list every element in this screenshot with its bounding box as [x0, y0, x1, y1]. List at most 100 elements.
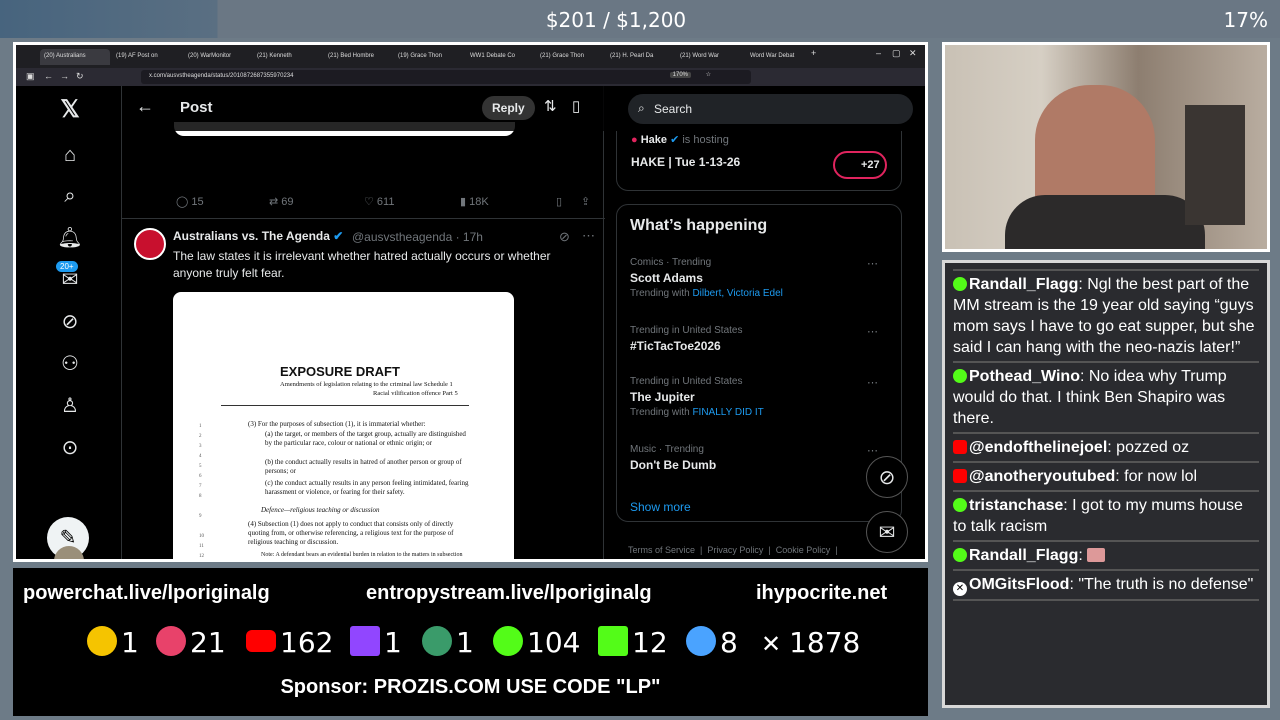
- reload-icon[interactable]: ↻: [76, 71, 84, 82]
- host-name: Hake: [640, 134, 668, 146]
- chat-text: : for now lol: [1115, 468, 1198, 485]
- browser-tab[interactable]: (20) Australians: [40, 49, 110, 65]
- browser-tab[interactable]: WW1 Debate Co: [466, 49, 536, 65]
- back-icon[interactable]: ←: [44, 71, 53, 81]
- tweet-author-name[interactable]: Australians vs. The Agenda ✔: [173, 229, 343, 243]
- minimize-icon[interactable]: –: [876, 48, 881, 58]
- reader-icon[interactable]: ▯: [572, 97, 580, 115]
- likes-metric[interactable]: ♡ 611: [364, 195, 394, 208]
- kick-icon: [953, 277, 967, 291]
- sidebar-icon[interactable]: ▣: [26, 71, 35, 82]
- zoom-level[interactable]: 170%: [669, 72, 691, 78]
- tweet-image-document[interactable]: EXPOSURE DRAFT Amendments of legislation…: [173, 292, 514, 559]
- messages-fab-icon[interactable]: ✉: [866, 511, 908, 553]
- reply-icon: ◯: [176, 196, 192, 208]
- chat-message: Randall_Flagg: Ngl the best part of the …: [953, 271, 1259, 363]
- trend-link[interactable]: FINALLY DID IT: [692, 407, 763, 418]
- address-bar[interactable]: x.com/ausvstheagenda/status/201087268735…: [141, 70, 751, 84]
- browser-tab[interactable]: (21) H. Pearl Da: [606, 49, 676, 65]
- trend-more-icon[interactable]: ⋯: [867, 444, 878, 457]
- trend-item[interactable]: Music · Trending Don't Be Dumb ⋯: [630, 444, 890, 472]
- trend-more-icon[interactable]: ⋯: [867, 325, 878, 338]
- space-listener-count[interactable]: +27: [833, 151, 887, 179]
- chat-user: OMGitsFlood: [969, 576, 1070, 593]
- new-tab-icon[interactable]: +: [811, 48, 816, 58]
- replies-metric[interactable]: ◯ 15: [176, 195, 204, 208]
- doc-rule: [221, 405, 469, 406]
- forward-icon[interactable]: →: [60, 71, 69, 81]
- privacy-link[interactable]: Privacy Policy: [707, 545, 763, 555]
- author-name-text: Australians vs. The Agenda: [173, 229, 330, 243]
- divider: [122, 218, 605, 219]
- reply-button[interactable]: Reply: [482, 96, 535, 120]
- trend-more-icon[interactable]: ⋯: [867, 376, 878, 389]
- communities-icon[interactable]: ⚇: [56, 350, 84, 378]
- chat-message: tristanchase: I got to my mums house to …: [953, 492, 1259, 542]
- x-icon: ✕: [761, 630, 782, 658]
- sponsor-text: Sponsor: PROZIS.COM USE CODE "LP": [280, 676, 661, 698]
- cookie-link[interactable]: Cookie Policy: [776, 545, 831, 555]
- tweet-avatar[interactable]: [134, 228, 166, 260]
- close-window-icon[interactable]: ✕: [909, 48, 917, 59]
- browser-tab[interactable]: (21) Grace Thon: [536, 49, 606, 65]
- back-arrow-icon[interactable]: ←: [136, 96, 154, 117]
- reposts-metric[interactable]: ⇄ 69: [269, 195, 294, 208]
- messages-icon[interactable]: ✉: [56, 266, 84, 294]
- stream-info-bar: powerchat.live/lporiginalg entropystream…: [13, 568, 928, 716]
- tweet-handle[interactable]: @ausvstheagenda · 17h: [352, 230, 483, 244]
- search-input[interactable]: ⌕ Search: [628, 94, 913, 124]
- chat-message: Randall_Flagg:: [953, 542, 1259, 571]
- views-metric[interactable]: ▮ 18K: [460, 195, 489, 208]
- x-logo-icon[interactable]: 𝕏: [56, 96, 84, 124]
- browser-tab[interactable]: Word War Debat: [746, 49, 816, 65]
- viewer-count: 1: [121, 626, 139, 659]
- reposts-count: 69: [281, 196, 294, 208]
- youtube-icon: [953, 440, 967, 454]
- maximize-icon[interactable]: ▢: [892, 48, 901, 59]
- doc-para-3: (3) For the purposes of subsection (1), …: [248, 420, 426, 428]
- trend-more-icon[interactable]: ⋯: [867, 257, 878, 270]
- more-icon[interactable]: ⊙: [56, 434, 84, 462]
- trend-title: The Jupiter: [630, 390, 695, 404]
- trend-item[interactable]: Trending in United States #TicTacToe2026…: [630, 325, 890, 353]
- doc-note: Note: A defendant bears an evidential bu…: [261, 552, 463, 558]
- chat-text: :: [1078, 547, 1083, 564]
- notifications-icon[interactable]: 🔔︎: [56, 224, 84, 252]
- grok-fab-icon[interactable]: ⊘: [866, 456, 908, 498]
- show-more-link[interactable]: Show more: [630, 500, 691, 514]
- chat-panel: Randall_Flagg: Ngl the best part of the …: [942, 260, 1270, 708]
- url-bar-row: ▣ ← → ↻ x.com/ausvstheagenda/status/2010…: [16, 68, 925, 86]
- filter-icon[interactable]: ⇅: [544, 97, 557, 115]
- profile-icon[interactable]: ♙: [56, 392, 84, 420]
- grok-icon[interactable]: ⊘: [559, 229, 570, 245]
- trend-link[interactable]: Dilbert, Victoria Edel: [692, 288, 782, 299]
- browser-tab[interactable]: (21) Bed Hombre: [324, 49, 394, 65]
- kick-icon: [953, 369, 967, 383]
- trend-item[interactable]: Comics · Trending Scott Adams Trending w…: [630, 257, 890, 299]
- grok-icon[interactable]: ⊘: [56, 308, 84, 336]
- browser-tab[interactable]: (20) WarMonitor: [184, 49, 254, 65]
- search-icon[interactable]: ⌕: [56, 182, 84, 210]
- verified-badge-icon: ✔: [670, 134, 680, 146]
- browser-tab[interactable]: (19) Grace Thon: [394, 49, 464, 65]
- rumble-icon: [493, 626, 523, 656]
- space-host-card[interactable]: ● Hake ✔ is hosting HAKE | Tue 1-13-26 +…: [616, 131, 902, 191]
- tweet-more-icon[interactable]: ⋯: [582, 228, 595, 244]
- chat-user: tristanchase: [969, 497, 1064, 514]
- rumble-bot-icon: [87, 626, 117, 656]
- browser-tab[interactable]: (21) Kenneth: [253, 49, 323, 65]
- bookmark-star-icon[interactable]: ☆: [706, 71, 711, 78]
- chat-message: @anotheryoutubed: for now lol: [953, 463, 1259, 492]
- chat-message: Pothead_Wino: No idea why Trump would do…: [953, 363, 1259, 434]
- browser-tab[interactable]: (19) AF Post on: [112, 49, 182, 65]
- browser-tab[interactable]: (21) Word War: [676, 49, 746, 65]
- home-icon[interactable]: ⌂: [56, 141, 84, 169]
- space-title: HAKE | Tue 1-13-26: [631, 155, 741, 169]
- trend-item[interactable]: Trending in United States The Jupiter Tr…: [630, 376, 890, 418]
- chat-text: : pozzed oz: [1107, 439, 1190, 456]
- bookmark-icon[interactable]: ▯: [556, 195, 562, 208]
- tweet-text: The law states it is irrelevant whether …: [173, 249, 551, 280]
- share-icon[interactable]: ⇪: [581, 195, 590, 208]
- terms-link[interactable]: Terms of Service: [628, 545, 695, 555]
- doc-subtitle2: Racial vilification offence Part 5: [373, 390, 458, 397]
